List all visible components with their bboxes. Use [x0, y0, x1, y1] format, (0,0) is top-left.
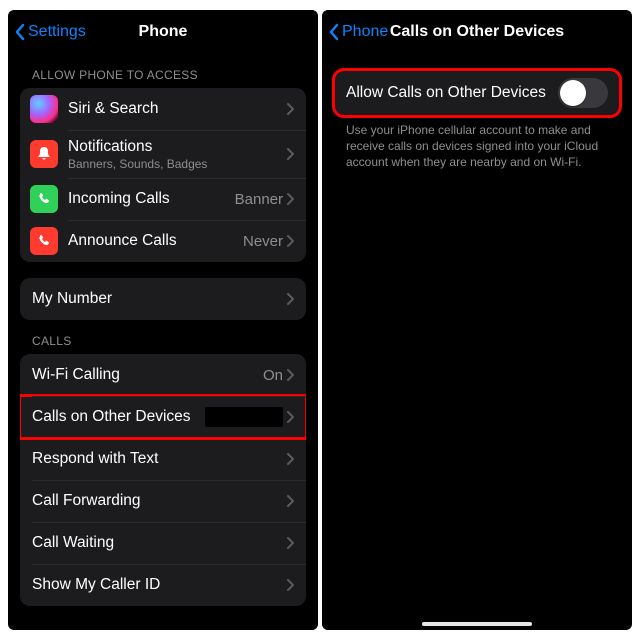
row-sublabel: Banners, Sounds, Badges: [68, 157, 287, 171]
back-label: Phone: [342, 23, 388, 41]
chevron-right-icon: [287, 103, 294, 115]
row-notifications[interactable]: Notifications Banners, Sounds, Badges: [20, 130, 306, 178]
chevron-right-icon: [287, 235, 294, 247]
group-access: Siri & Search Notifications Banners, Sou…: [20, 88, 306, 262]
chevron-right-icon: [287, 193, 294, 205]
phone-settings-screen: Settings Phone ALLOW PHONE TO ACCESS Sir…: [8, 10, 318, 630]
row-value: Never: [243, 233, 283, 250]
settings-scroll[interactable]: Allow Calls on Other Devices Use your iP…: [322, 54, 632, 620]
notifications-icon: [30, 140, 58, 168]
toggle-switch[interactable]: [558, 78, 608, 108]
chevron-right-icon: [287, 453, 294, 465]
row-announce-calls[interactable]: Announce Calls Never: [20, 220, 306, 262]
chevron-right-icon: [287, 148, 294, 160]
toggle-knob: [560, 80, 586, 106]
chevron-right-icon: [287, 369, 294, 381]
group-calls: Wi-Fi Calling On Calls on Other Devices …: [20, 354, 306, 606]
group-my-number: My Number: [20, 278, 306, 320]
navbar: Settings Phone: [8, 10, 318, 54]
page-title: Phone: [139, 23, 188, 41]
row-value: On: [263, 367, 283, 384]
row-calls-other-devices[interactable]: Calls on Other Devices: [20, 396, 306, 438]
chevron-left-icon: [14, 23, 25, 41]
chevron-right-icon: [287, 537, 294, 549]
back-button[interactable]: Phone: [328, 10, 388, 54]
navbar: Phone Calls on Other Devices: [322, 10, 632, 54]
row-wifi-calling[interactable]: Wi-Fi Calling On: [20, 354, 306, 396]
row-label: Incoming Calls: [68, 190, 235, 208]
back-label: Settings: [28, 23, 86, 41]
row-value: Banner: [235, 191, 283, 208]
settings-scroll[interactable]: ALLOW PHONE TO ACCESS Siri & Search Noti…: [8, 54, 318, 620]
siri-icon: [30, 95, 58, 123]
row-respond-with-text[interactable]: Respond with Text: [20, 438, 306, 480]
row-label: My Number: [32, 290, 287, 308]
row-label: Wi-Fi Calling: [32, 366, 263, 384]
row-label: Show My Caller ID: [32, 576, 287, 594]
row-call-forwarding[interactable]: Call Forwarding: [20, 480, 306, 522]
row-my-number[interactable]: My Number: [20, 278, 306, 320]
back-button[interactable]: Settings: [14, 10, 86, 54]
section-description: Use your iPhone cellular account to make…: [334, 116, 620, 171]
announce-icon: [30, 227, 58, 255]
row-label: Call Waiting: [32, 534, 287, 552]
section-header-access: ALLOW PHONE TO ACCESS: [32, 68, 306, 82]
chevron-right-icon: [287, 411, 294, 423]
row-label: Allow Calls on Other Devices: [346, 84, 558, 102]
row-label: Notifications: [68, 138, 287, 156]
chevron-right-icon: [287, 293, 294, 305]
row-incoming-calls[interactable]: Incoming Calls Banner: [20, 178, 306, 220]
group-allow-calls: Allow Calls on Other Devices: [334, 70, 620, 116]
page-title: Calls on Other Devices: [390, 23, 564, 41]
row-label: Respond with Text: [32, 450, 287, 468]
row-label: Call Forwarding: [32, 492, 287, 510]
row-label: Announce Calls: [68, 232, 243, 250]
home-indicator[interactable]: [422, 622, 532, 626]
row-label: Siri & Search: [68, 100, 287, 118]
row-label: Calls on Other Devices: [32, 408, 205, 426]
phone-icon: [30, 185, 58, 213]
row-allow-calls-toggle[interactable]: Allow Calls on Other Devices: [334, 70, 620, 116]
redacted-value: [205, 407, 283, 427]
row-siri-search[interactable]: Siri & Search: [20, 88, 306, 130]
chevron-right-icon: [287, 579, 294, 591]
row-call-waiting[interactable]: Call Waiting: [20, 522, 306, 564]
chevron-left-icon: [328, 23, 339, 41]
section-header-calls: CALLS: [32, 334, 306, 348]
row-show-caller-id[interactable]: Show My Caller ID: [20, 564, 306, 606]
phone-calls-other-devices-screen: Phone Calls on Other Devices Allow Calls…: [322, 10, 632, 630]
chevron-right-icon: [287, 495, 294, 507]
